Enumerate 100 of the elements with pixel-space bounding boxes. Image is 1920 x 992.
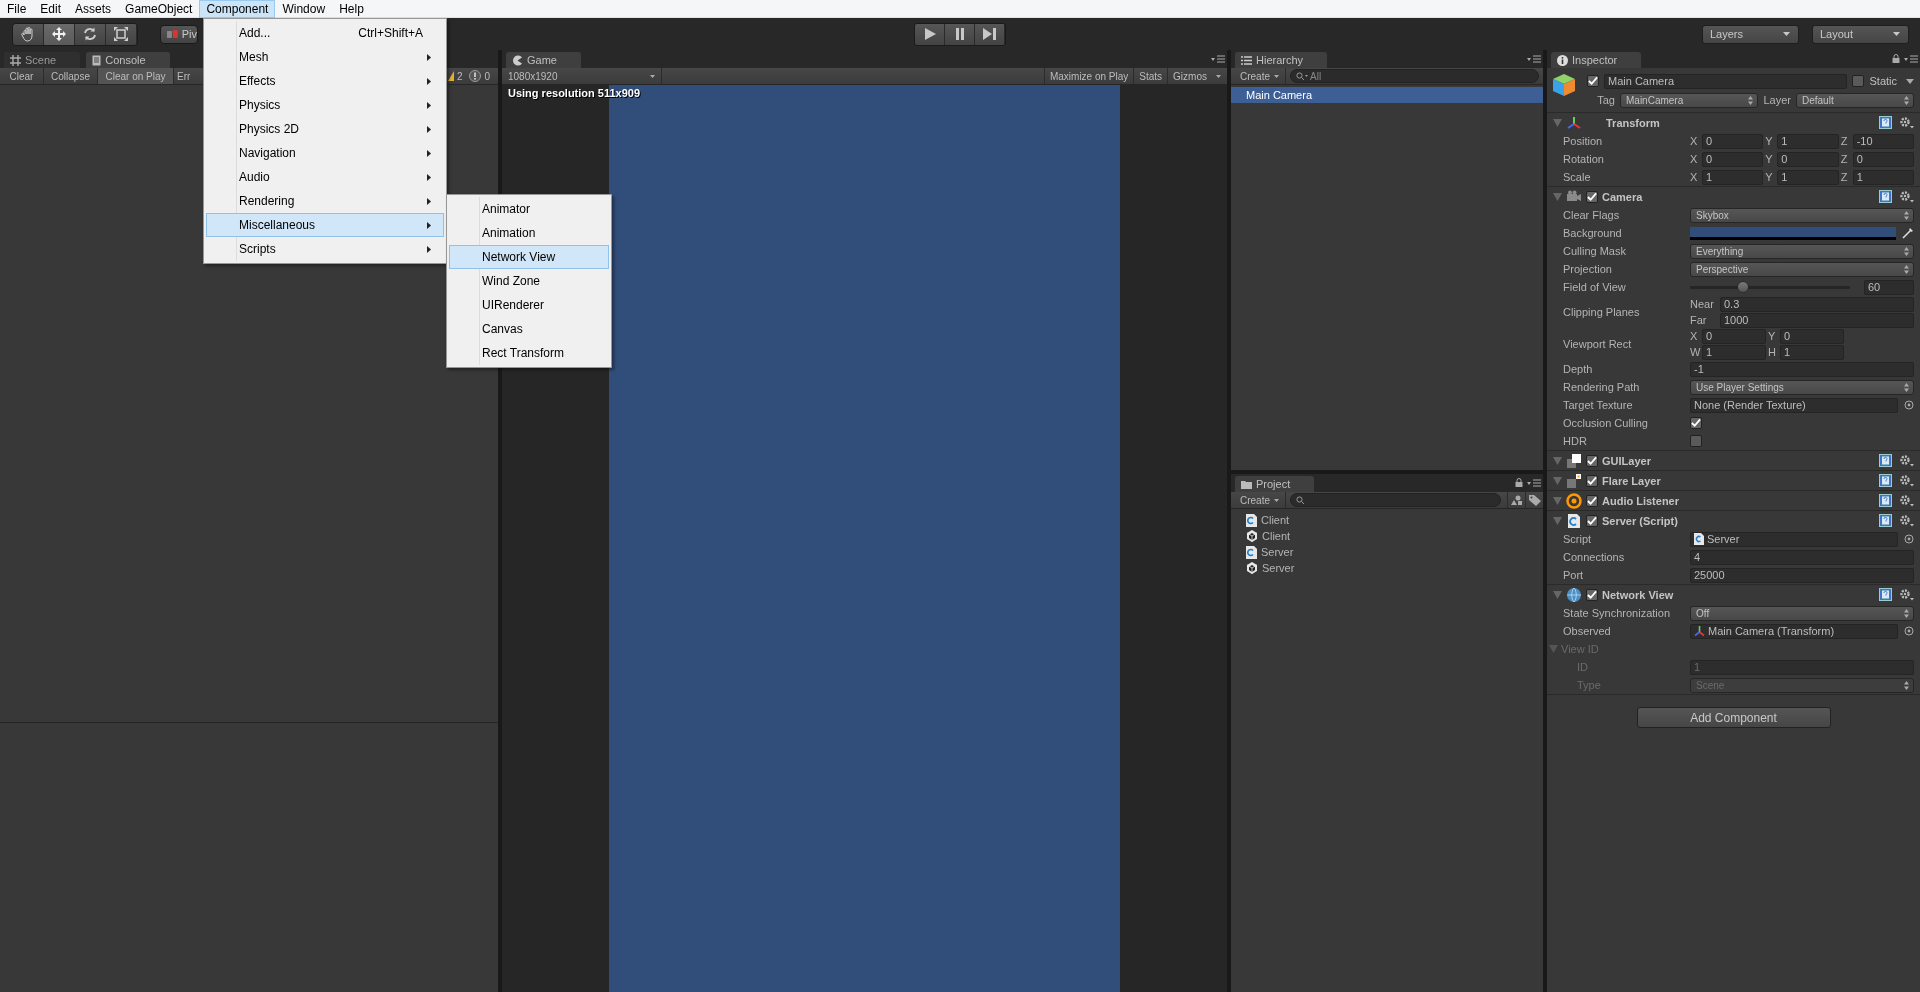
menu-entry[interactable]: Audio [206, 165, 444, 189]
rotate-tool-button[interactable] [75, 23, 106, 45]
layers-dropdown[interactable]: Layers [1702, 24, 1799, 44]
toolbar-button[interactable]: Err [174, 68, 196, 84]
caret-icon[interactable] [1906, 78, 1914, 84]
checkbox[interactable] [1690, 435, 1702, 447]
help-icon[interactable] [1879, 474, 1892, 487]
asset-name[interactable]: Server [1261, 546, 1294, 558]
number-field[interactable]: 0 [1852, 151, 1914, 167]
menu-entry[interactable]: Scripts [206, 237, 444, 261]
create-button[interactable]: Create [1231, 68, 1286, 84]
menu-entry[interactable]: Mesh [206, 45, 444, 69]
menu-entry[interactable]: Network View [449, 245, 609, 269]
settings-icon[interactable] [1899, 494, 1914, 507]
settings-icon[interactable] [1899, 454, 1914, 467]
step-button[interactable] [975, 23, 1005, 45]
color-field[interactable] [1690, 226, 1896, 240]
checkbox[interactable] [1586, 190, 1598, 203]
toolbar-button[interactable]: Clear [0, 68, 44, 84]
settings-icon[interactable] [1899, 514, 1914, 527]
help-icon[interactable] [1879, 588, 1892, 601]
play-button[interactable] [915, 23, 945, 45]
menu-entry[interactable]: Rendering [206, 189, 444, 213]
layer-dropdown[interactable]: Default [1796, 92, 1914, 108]
dropdown[interactable]: Use Player Settings [1690, 379, 1914, 395]
number-field[interactable]: 1 [1702, 169, 1764, 185]
checkbox[interactable] [1586, 494, 1598, 507]
move-tool-button[interactable] [44, 23, 75, 45]
number-field[interactable]: 0 [1702, 328, 1766, 344]
menu-entry[interactable]: Physics [206, 93, 444, 117]
checkbox[interactable] [1586, 454, 1598, 467]
object-field[interactable]: None (Render Texture) [1690, 397, 1898, 413]
number-field[interactable]: 1 [1852, 169, 1914, 185]
panel-tab[interactable]: Game [506, 52, 581, 68]
number-field[interactable]: 0.3 [1720, 296, 1914, 312]
target-icon[interactable] [1904, 400, 1914, 410]
panel-menu-icon[interactable] [1904, 55, 1918, 63]
name-field[interactable]: Main Camera [1604, 73, 1848, 89]
menu-entry[interactable]: Rect Transform [449, 341, 609, 365]
checkbox[interactable] [1586, 474, 1598, 487]
menu-item[interactable]: Assets [68, 0, 119, 18]
dropdown[interactable]: Perspective [1690, 261, 1914, 277]
caret-icon[interactable] [1216, 74, 1221, 78]
settings-icon[interactable] [1899, 190, 1914, 203]
filter-label-button[interactable] [1525, 492, 1543, 508]
panel-menu-icon[interactable] [1211, 55, 1225, 63]
number-field[interactable]: 0 [1702, 151, 1764, 167]
create-button[interactable]: Create [1231, 492, 1286, 508]
eyedropper-icon[interactable] [1902, 227, 1914, 239]
menu-entry[interactable]: Wind Zone [449, 269, 609, 293]
number-field[interactable]: 0 [1702, 133, 1764, 149]
menu-entry[interactable]: Navigation [206, 141, 444, 165]
text-field[interactable]: 25000 [1690, 567, 1914, 583]
resolution-dropdown[interactable]: 1080x1920 [502, 68, 662, 84]
hierarchy-item[interactable]: Main Camera [1231, 87, 1543, 103]
checkbox[interactable] [1586, 588, 1598, 601]
target-icon[interactable] [1904, 626, 1914, 636]
panel-menu-icon[interactable] [1527, 55, 1541, 63]
settings-icon[interactable] [1899, 116, 1914, 129]
menu-item[interactable]: Component [199, 0, 276, 18]
filter-type-button[interactable] [1507, 492, 1525, 508]
hand-tool-button[interactable] [13, 23, 44, 45]
pause-button[interactable] [945, 23, 975, 45]
panel-tab[interactable]: Scene [4, 52, 81, 68]
menu-entry[interactable]: Animation [449, 221, 609, 245]
menu-item[interactable]: Window [275, 0, 333, 18]
dropdown[interactable]: Off [1690, 605, 1914, 621]
layout-dropdown[interactable]: Layout [1812, 24, 1909, 44]
menu-item[interactable]: Help [332, 0, 371, 18]
menu-item[interactable]: Edit [33, 0, 69, 18]
settings-icon[interactable] [1899, 588, 1914, 601]
panel-tab[interactable]: Project [1235, 476, 1315, 492]
number-field[interactable]: 1 [1777, 169, 1839, 185]
asset-name[interactable]: Server [1262, 562, 1295, 574]
text-field[interactable]: 4 [1690, 549, 1914, 565]
panel-menu-icon[interactable] [1527, 479, 1541, 487]
search-field[interactable]: All [1290, 69, 1539, 83]
number-field[interactable]: 1 [1780, 344, 1844, 360]
target-icon[interactable] [1904, 534, 1914, 544]
text-field[interactable]: -1 [1690, 361, 1914, 377]
asset-name[interactable]: Client [1262, 530, 1291, 542]
menu-entry[interactable]: Effects [206, 69, 444, 93]
help-icon[interactable] [1879, 116, 1892, 129]
toolbar-button[interactable]: Clear on Play [98, 68, 174, 84]
menu-entry[interactable]: Add... Ctrl+Shift+A [206, 21, 444, 45]
panel-tab[interactable]: Hierarchy [1235, 52, 1328, 68]
checkbox[interactable] [1586, 514, 1598, 527]
number-field[interactable]: 0 [1777, 151, 1839, 167]
toolbar-button[interactable]: Maximize on Play [1043, 68, 1134, 84]
help-icon[interactable] [1879, 494, 1892, 507]
lock-icon[interactable] [1892, 54, 1900, 63]
checkbox[interactable] [1852, 75, 1865, 87]
checkbox[interactable] [1587, 75, 1599, 87]
tag-dropdown[interactable]: MainCamera [1620, 92, 1758, 108]
toolbar-button[interactable]: Gizmos [1167, 68, 1212, 84]
menu-entry[interactable]: UIRenderer [449, 293, 609, 317]
dropdown[interactable]: Everything [1690, 243, 1914, 259]
checkbox[interactable] [1690, 417, 1702, 429]
menu-entry[interactable]: Canvas [449, 317, 609, 341]
help-icon[interactable] [1879, 514, 1892, 527]
